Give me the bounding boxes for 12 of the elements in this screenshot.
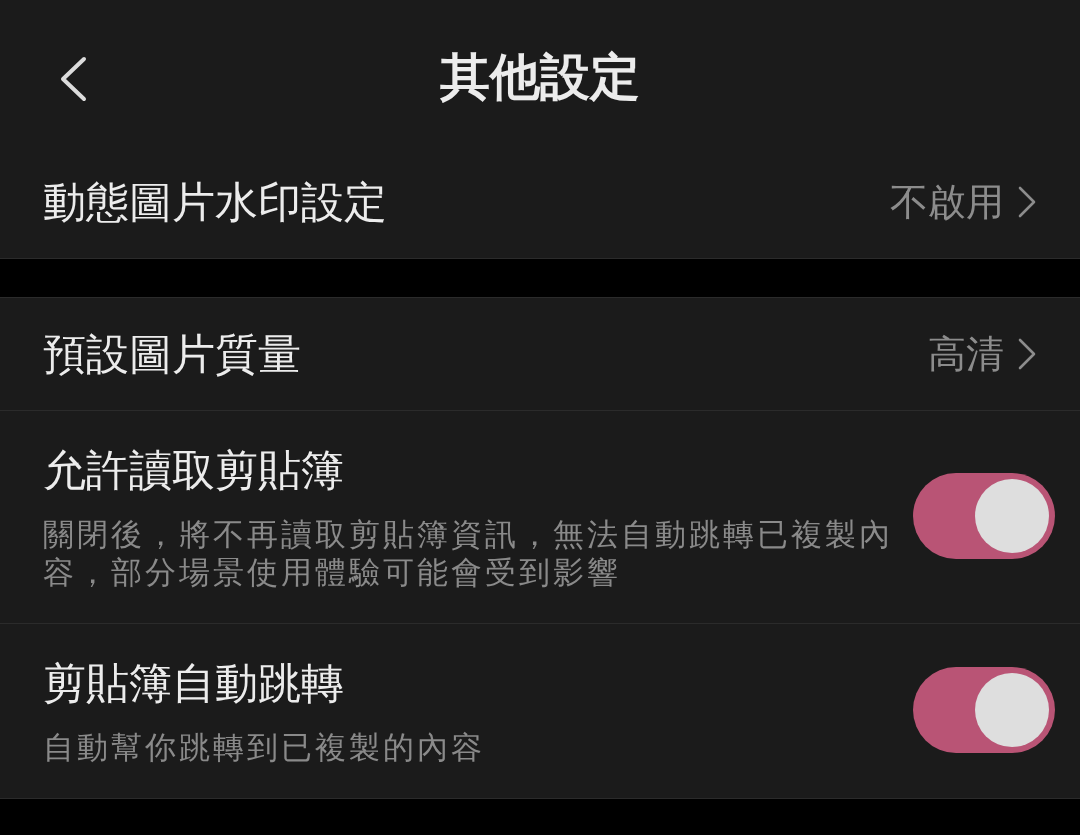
setting-label: 剪貼簿自動跳轉 xyxy=(43,657,344,710)
back-icon[interactable] xyxy=(58,56,88,102)
setting-label: 預設圖片質量 xyxy=(43,328,301,381)
setting-value-button[interactable]: 不啟用 xyxy=(890,176,1036,228)
page-title: 其他設定 xyxy=(440,46,640,108)
setting-label: 允許讀取剪貼簿 xyxy=(43,444,344,497)
setting-value-button[interactable]: 高清 xyxy=(928,328,1036,380)
setting-label: 動態圖片水印設定 xyxy=(43,176,387,229)
chevron-right-icon xyxy=(1018,338,1036,370)
chevron-right-icon xyxy=(1018,186,1036,218)
setting-description: 自動幫你跳轉到已複製的內容 xyxy=(43,728,486,766)
setting-description: 關閉後，將不再讀取剪貼簿資訊，無法自動跳轉已複製內容，部分場景使用體驗可能會受到影響 xyxy=(43,515,894,591)
